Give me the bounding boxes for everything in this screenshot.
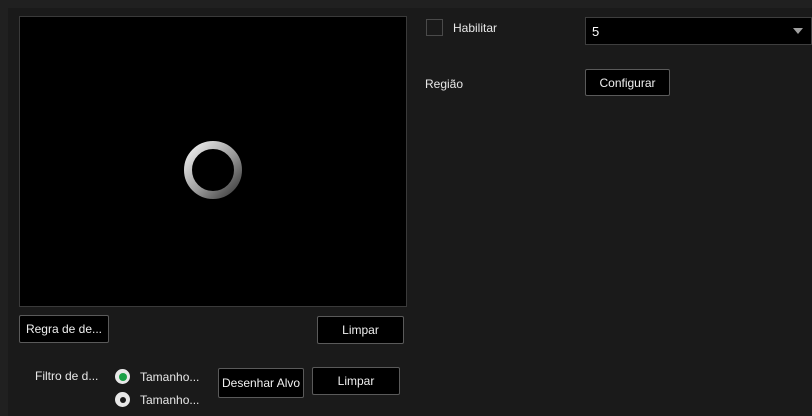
rule-number-select[interactable]: 5 [585,17,812,45]
radio-unchecked-icon[interactable] [115,392,130,407]
draw-target-button[interactable]: Desenhar Alvo [218,368,304,398]
select-value: 5 [592,23,600,39]
clear-rule-button[interactable]: Limpar [317,316,404,344]
loading-ring-icon [184,141,242,199]
chevron-down-icon [793,28,803,34]
radio-checked-icon[interactable] [115,369,130,384]
filter-option-label: Tamanho... [140,369,200,384]
enable-toggle[interactable]: Habilitar [426,19,497,36]
enable-label: Habilitar [453,20,498,35]
clear-target-button[interactable]: Limpar [312,367,400,395]
configure-region-button[interactable]: Configurar [585,69,670,96]
filter-label: Filtro de d... [35,369,99,383]
filter-option-max-size[interactable]: Tamanho... [115,392,199,407]
filter-option-label: Tamanho... [140,392,200,407]
filter-option-min-size[interactable]: Tamanho... [115,369,199,384]
enable-checkbox[interactable] [426,19,443,36]
region-label: Região [425,77,464,91]
video-preview[interactable] [19,16,407,307]
detection-rule-button[interactable]: Regra de de... [19,315,109,343]
